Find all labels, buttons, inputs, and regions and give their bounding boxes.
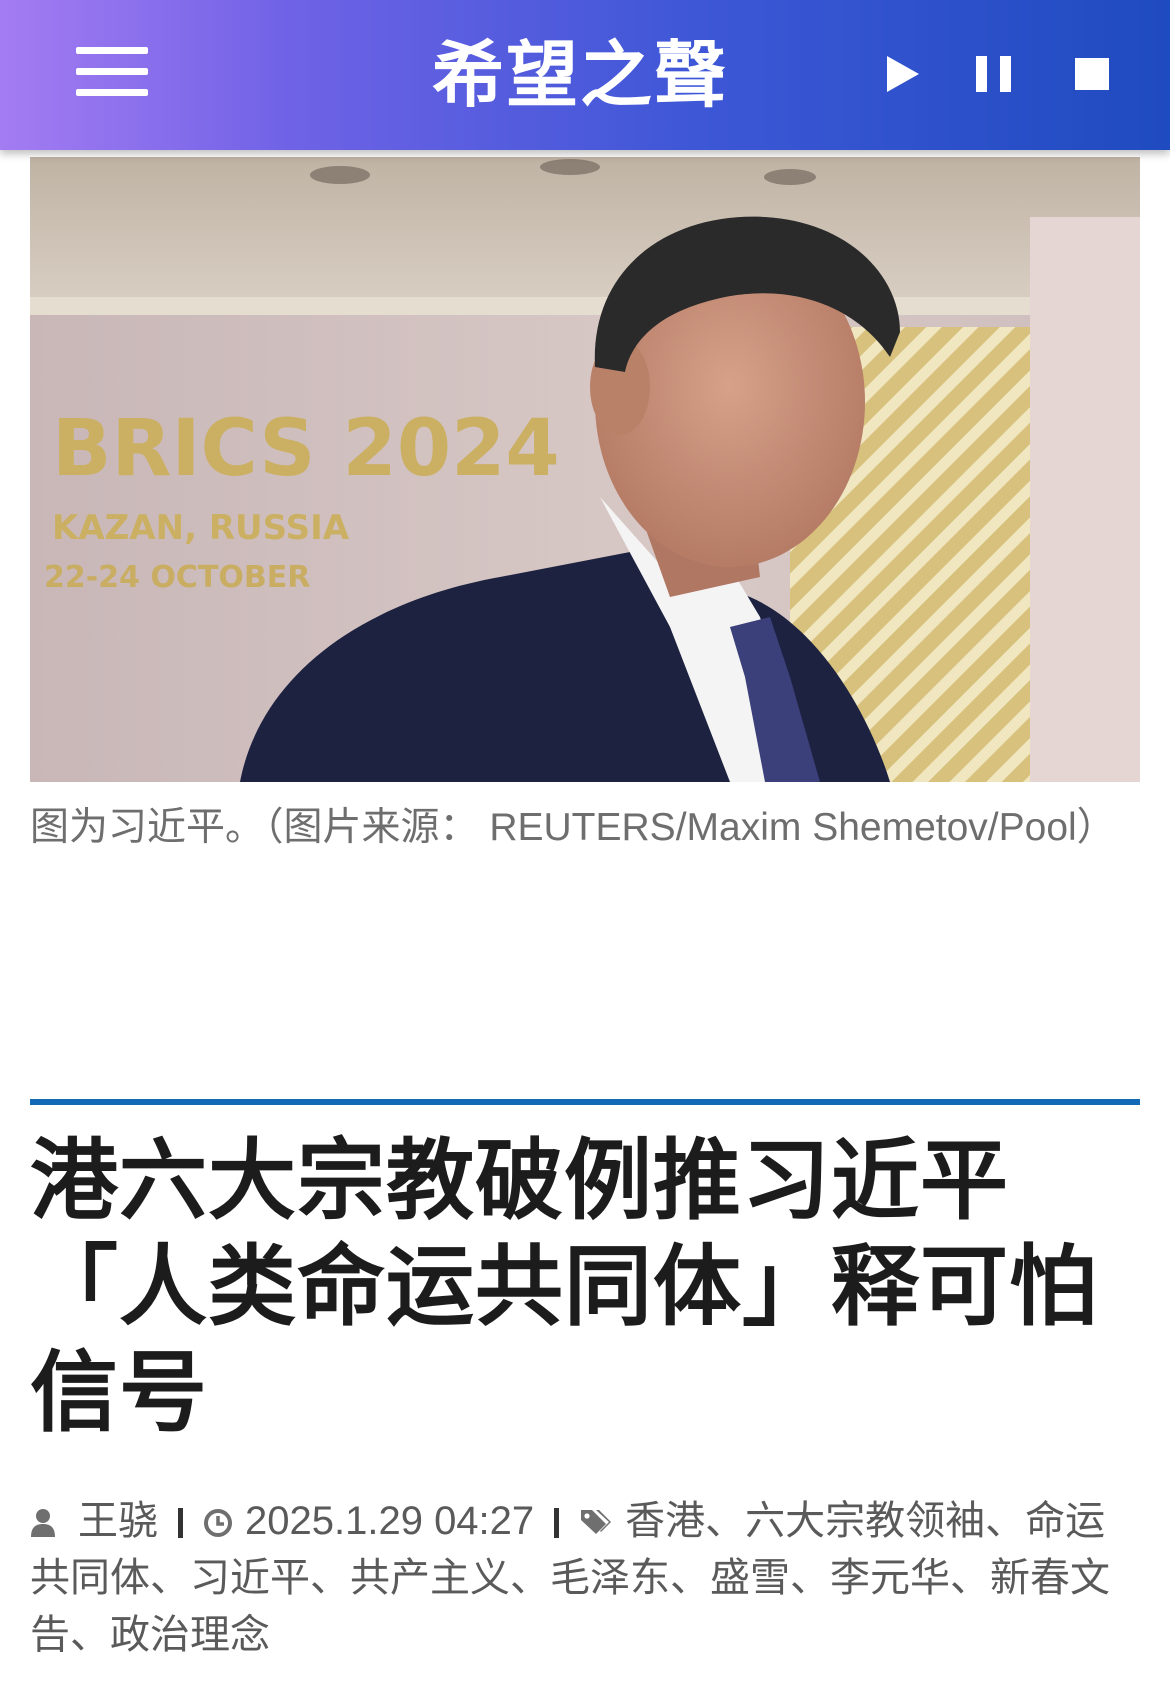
tag-link[interactable]: 习近平 <box>190 1556 310 1600</box>
tag-link[interactable]: 香港 <box>625 1499 705 1543</box>
tag-separator: 、 <box>950 1556 990 1600</box>
tags-icon <box>581 1510 612 1535</box>
meta-separator <box>554 1508 560 1539</box>
publish-datetime: 2025.1.29 04:27 <box>245 1499 535 1543</box>
hamburger-menu-icon[interactable] <box>76 47 148 97</box>
tag-link[interactable]: 共产主义 <box>350 1556 510 1600</box>
tag-separator: 、 <box>790 1556 830 1600</box>
tag-separator: 、 <box>705 1499 746 1543</box>
tag-list: 香港、六大宗教领袖、命运共同体、习近平、共产主义、毛泽东、盛雪、李元华、新春文告… <box>30 1499 1110 1657</box>
sign-text-dates: 22-24 OCTOBER <box>44 560 310 595</box>
tag-link[interactable]: 政治理念 <box>110 1613 270 1657</box>
photo-illustration: BRICS 2024 KAZAN, RUSSIA 22-24 OCTOBER <box>30 157 1140 782</box>
image-caption: 图为习近平。（图片来源： REUTERS/Maxim Shemetov/Pool… <box>30 806 1116 849</box>
tag-link[interactable]: 李元华 <box>830 1556 950 1600</box>
user-icon <box>31 1509 55 1538</box>
play-icon[interactable] <box>885 54 921 94</box>
article-title: 港六大宗教破例推习近平「人类命运共同体」释可怕信号 <box>30 1129 1099 1444</box>
clock-icon <box>204 1509 232 1538</box>
meta-separator <box>178 1508 183 1539</box>
tag-separator: 、 <box>670 1556 710 1600</box>
tag-separator: 、 <box>70 1613 110 1657</box>
top-app-bar: 希望之聲 <box>0 0 1170 150</box>
tag-link[interactable]: 毛泽东 <box>550 1556 670 1600</box>
tag-separator: 、 <box>510 1556 550 1600</box>
sign-text-brics: BRICS 2024 <box>52 404 560 494</box>
site-logo[interactable]: 希望之聲 <box>405 30 755 120</box>
tag-separator: 、 <box>310 1556 350 1600</box>
author-name[interactable]: 王骁 <box>78 1499 158 1543</box>
tag-link[interactable]: 盛雪 <box>710 1556 790 1600</box>
tag-separator: 、 <box>150 1556 190 1600</box>
tag-link[interactable]: 六大宗教领袖 <box>745 1499 985 1543</box>
section-divider <box>30 1099 1140 1105</box>
article-meta: 王骁 2025.1.29 04:27 香港、六大宗教领袖、命运共同体、习近平、共… <box>30 1493 1140 1664</box>
sign-text-city: KAZAN, RUSSIA <box>52 508 350 548</box>
tag-separator: 、 <box>985 1499 1026 1543</box>
pause-icon[interactable] <box>976 54 1012 94</box>
article-hero-image: BRICS 2024 KAZAN, RUSSIA 22-24 OCTOBER <box>30 157 1140 782</box>
stop-icon[interactable] <box>1075 54 1111 94</box>
